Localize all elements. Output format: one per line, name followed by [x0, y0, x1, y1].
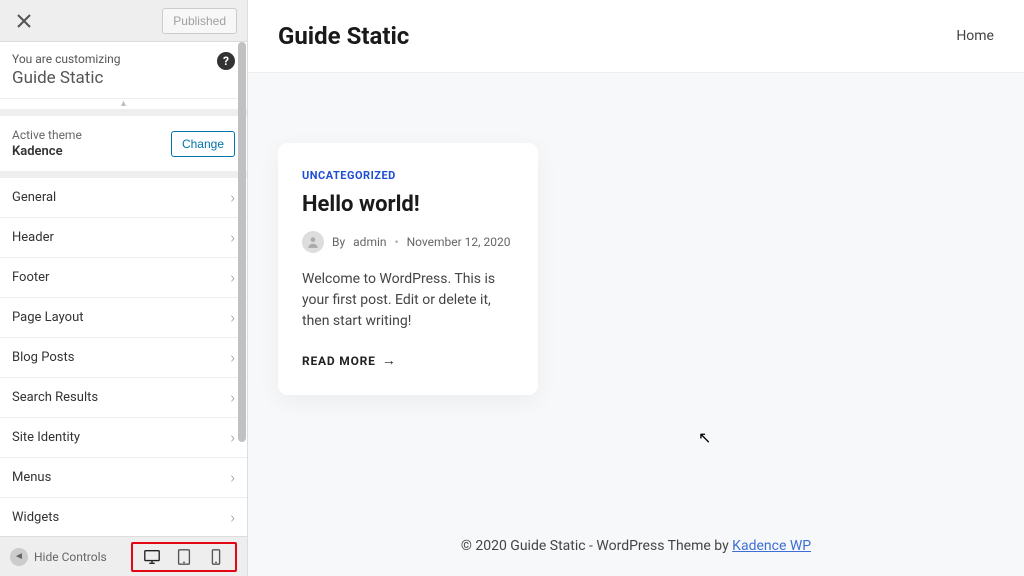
chevron-right-icon: ›	[230, 508, 235, 527]
menu-item-site-identity[interactable]: Site Identity ›	[0, 418, 247, 458]
chevron-right-icon: ›	[230, 308, 235, 327]
customizing-panel: You are customizing Guide Static ?	[0, 42, 247, 99]
post-title-link[interactable]: Hello world!	[302, 192, 514, 217]
meta-separator: •	[395, 235, 399, 249]
read-more-label: READ MORE	[302, 354, 376, 368]
chevron-right-icon: ›	[230, 228, 235, 247]
chevron-right-icon: ›	[230, 188, 235, 207]
by-label: By	[332, 235, 345, 249]
desktop-icon	[143, 548, 161, 566]
mouse-cursor-icon: ↖	[698, 428, 711, 447]
collapse-icon: ◄	[10, 548, 28, 566]
menu-list: General › Header › Footer › Page Layout › Bl…	[0, 178, 247, 536]
customizing-label: You are customizing	[12, 52, 235, 66]
read-more-link[interactable]: READ MORE →	[302, 352, 514, 369]
menu-item-page-layout[interactable]: Page Layout ›	[0, 298, 247, 338]
chevron-right-icon: ›	[230, 468, 235, 487]
menu-item-label: Menus	[12, 470, 51, 485]
post-excerpt: Welcome to WordPress. This is your first…	[302, 269, 514, 332]
chevron-right-icon: ›	[230, 268, 235, 287]
sidebar-footer: ◄ Hide Controls	[0, 536, 247, 576]
menu-item-general[interactable]: General ›	[0, 178, 247, 218]
active-theme-panel: Active theme Kadence Change	[0, 116, 247, 172]
preview-body: UNCATEGORIZED Hello world! By admin • No…	[248, 73, 1024, 516]
footer-copyright: © 2020 Guide Static - WordPress Theme by	[461, 538, 732, 554]
change-theme-button[interactable]: Change	[171, 131, 235, 157]
device-tablet-button[interactable]	[175, 548, 193, 566]
hide-controls-button[interactable]: ◄ Hide Controls	[10, 548, 107, 566]
sidebar-scrollbar[interactable]	[238, 42, 246, 532]
post-meta: By admin • November 12, 2020	[302, 231, 514, 253]
menu-item-label: Footer	[12, 270, 49, 285]
scroll-hint-top: ▴	[0, 99, 247, 110]
menu-item-header[interactable]: Header ›	[0, 218, 247, 258]
app-root: Published You are customizing Guide Stat…	[0, 0, 1024, 576]
menu-item-label: Header	[12, 230, 54, 245]
device-desktop-button[interactable]	[143, 548, 161, 566]
preview-pane: Guide Static Home UNCATEGORIZED Hello wo…	[248, 0, 1024, 576]
scrollbar-thumb[interactable]	[238, 42, 246, 442]
menu-item-menus[interactable]: Menus ›	[0, 458, 247, 498]
post-category-link[interactable]: UNCATEGORIZED	[302, 169, 514, 182]
close-button[interactable]	[10, 7, 38, 35]
chevron-right-icon: ›	[230, 428, 235, 447]
device-preview-group	[131, 542, 237, 572]
author-avatar[interactable]	[302, 231, 324, 253]
menu-item-search-results[interactable]: Search Results ›	[0, 378, 247, 418]
preview-header: Guide Static Home	[248, 0, 1024, 73]
post-date: November 12, 2020	[407, 235, 511, 249]
chevron-right-icon: ›	[230, 388, 235, 407]
customizer-sidebar: Published You are customizing Guide Stat…	[0, 0, 248, 576]
preview-footer: © 2020 Guide Static - WordPress Theme by…	[248, 516, 1024, 576]
menu-item-label: Blog Posts	[12, 350, 74, 365]
customizing-site-name: Guide Static	[12, 68, 235, 88]
menu-item-label: Search Results	[12, 390, 98, 405]
author-link[interactable]: admin	[353, 235, 386, 249]
device-mobile-button[interactable]	[207, 548, 225, 566]
avatar-icon	[306, 235, 320, 249]
mobile-icon	[207, 548, 225, 566]
active-theme-label: Active theme	[12, 128, 82, 142]
menu-item-label: Widgets	[12, 510, 59, 525]
footer-vendor-link[interactable]: Kadence WP	[732, 538, 811, 554]
menu-item-label: Page Layout	[12, 310, 84, 325]
site-title[interactable]: Guide Static	[278, 22, 409, 50]
post-card: UNCATEGORIZED Hello world! By admin • No…	[278, 143, 538, 395]
hide-controls-label: Hide Controls	[34, 550, 107, 564]
help-icon[interactable]: ?	[217, 52, 235, 70]
nav-home-link[interactable]: Home	[956, 28, 994, 44]
sidebar-topbar: Published	[0, 0, 247, 42]
theme-name: Kadence	[12, 144, 82, 159]
close-icon	[17, 14, 31, 28]
menu-item-footer[interactable]: Footer ›	[0, 258, 247, 298]
menu-item-widgets[interactable]: Widgets ›	[0, 498, 247, 536]
menu-item-label: General	[12, 190, 56, 205]
menu-item-blog-posts[interactable]: Blog Posts ›	[0, 338, 247, 378]
menu-item-label: Site Identity	[12, 430, 80, 445]
publish-button[interactable]: Published	[162, 8, 237, 34]
chevron-right-icon: ›	[230, 348, 235, 367]
tablet-icon	[175, 548, 193, 566]
arrow-right-icon: →	[382, 352, 397, 369]
